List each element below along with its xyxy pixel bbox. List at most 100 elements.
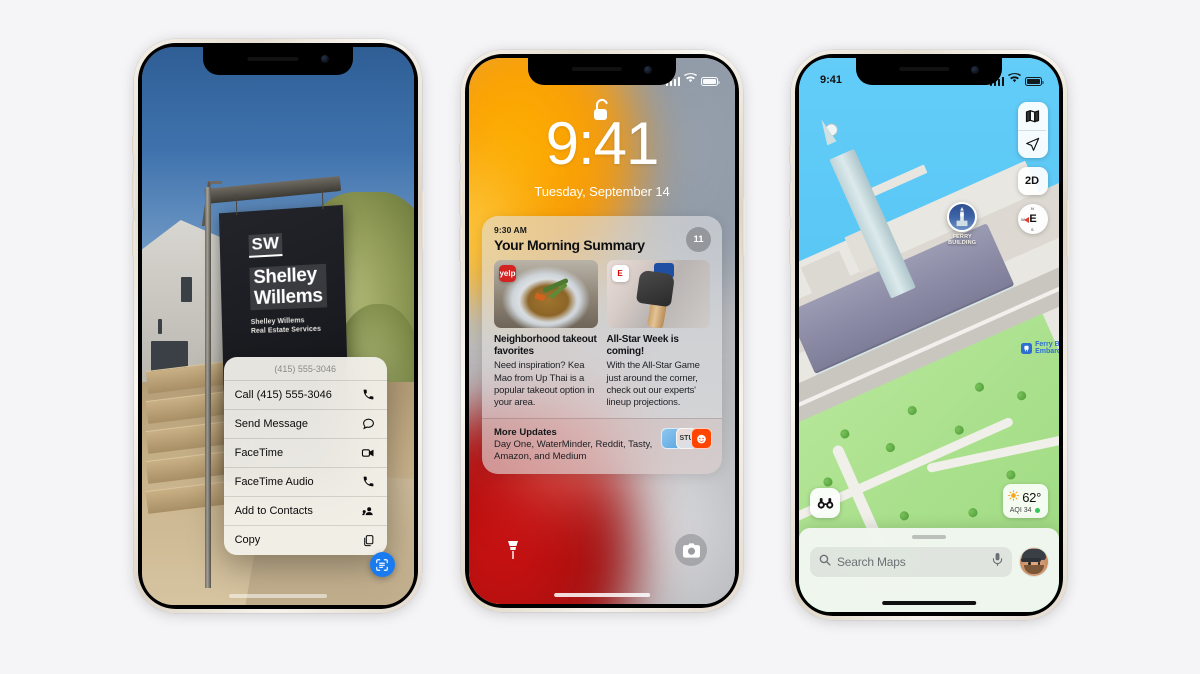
user-avatar[interactable]	[1020, 548, 1048, 576]
map-controls: 2D N S W E	[1018, 102, 1048, 234]
sign-pole	[204, 186, 211, 589]
transit-station-icon	[1021, 342, 1033, 354]
look-around-button[interactable]	[810, 488, 840, 518]
flashlight-button[interactable]	[497, 534, 529, 566]
phone-device-1: SW Shelley Willems Shelley Willems Real …	[132, 39, 424, 613]
lock-screen-date: Tuesday, September 14	[534, 184, 670, 199]
phone-device-3: FERRY BUILDING Ferry Buil Embarcad	[789, 50, 1069, 620]
camera-button[interactable]	[675, 534, 707, 566]
weather-aqi: AQI 34	[1008, 507, 1041, 514]
volume-down-button[interactable]	[132, 221, 135, 257]
phone-1-screen: SW Shelley Willems Shelley Willems Real …	[142, 47, 414, 605]
more-updates-app-icons: STU	[661, 428, 712, 449]
front-camera	[321, 55, 329, 64]
more-updates-section[interactable]: More Updates Day One, WaterMinder, Reddi…	[482, 418, 722, 474]
maps-3d-view[interactable]: FERRY BUILDING Ferry Buil Embarcad	[799, 58, 1059, 612]
screenshot-stage: SW Shelley Willems Shelley Willems Real …	[0, 0, 1200, 674]
summary-card-yelp[interactable]: yelp Neighborhood takeout favorites Need…	[494, 260, 598, 409]
phone-device-2: 9:41 Tuesday, September 14 9:30 AM Your …	[459, 50, 745, 612]
battery-icon	[701, 77, 720, 86]
summary-header: 9:30 AM Your Morning Summary 11	[482, 216, 722, 260]
notch	[203, 47, 353, 75]
card-body: With the All-Star Game just around the c…	[606, 360, 700, 408]
sun-icon	[1008, 488, 1020, 506]
home-indicator[interactable]	[229, 594, 327, 598]
context-menu-label: FaceTime	[234, 446, 284, 459]
power-button[interactable]	[421, 191, 424, 249]
weather-widget[interactable]: 62° AQI 34	[1003, 484, 1048, 518]
avatar-eye	[1028, 562, 1031, 565]
volume-down-button[interactable]	[459, 227, 462, 262]
video-camera-icon	[361, 445, 376, 460]
mute-switch[interactable]	[459, 144, 462, 163]
notification-summary-card[interactable]: 9:30 AM Your Morning Summary 11 yelp Nei…	[482, 216, 722, 474]
search-row: Search Maps	[799, 539, 1059, 577]
earpiece-speaker	[247, 56, 299, 61]
phone-icon	[361, 474, 376, 489]
volume-up-button[interactable]	[132, 173, 135, 209]
context-menu-item-add-to-contacts[interactable]: Add to Contacts	[223, 497, 387, 526]
sign-subtitle: Shelley Willems Real Estate Services	[250, 316, 322, 335]
phone-icon	[361, 387, 376, 402]
power-button[interactable]	[742, 198, 745, 255]
map-layers-button[interactable]	[1018, 102, 1046, 130]
weather-temperature-row: 62°	[1008, 488, 1041, 506]
mute-switch[interactable]	[789, 145, 792, 164]
transit-label-text: Ferry Buil Embarcad	[1035, 340, 1059, 356]
power-button[interactable]	[1066, 200, 1069, 257]
front-camera	[970, 65, 979, 74]
context-menu-item-facetime-audio[interactable]: FaceTime Audio	[223, 468, 387, 497]
card-headline: All-Star Week is coming!	[606, 334, 679, 358]
maps-bottom-sheet[interactable]: Search Maps	[799, 528, 1059, 612]
context-menu-label: FaceTime Audio	[234, 475, 314, 488]
phone-2-screen: 9:41 Tuesday, September 14 9:30 AM Your …	[469, 58, 735, 604]
card-body: Need inspiration? Kea Mao from Up Thai i…	[494, 360, 595, 408]
aqi-status-dot	[1034, 508, 1040, 513]
compass-mark-s: S	[1031, 227, 1034, 232]
transit-station-label[interactable]: Ferry Buil Embarcad	[1021, 341, 1059, 357]
compass-control[interactable]: N S W E	[1018, 204, 1048, 234]
front-camera	[644, 65, 653, 74]
search-input[interactable]: Search Maps	[810, 547, 1012, 577]
compass-mark-n: N	[1031, 206, 1034, 211]
house-window	[180, 276, 192, 302]
avatar-beard	[1024, 565, 1044, 574]
summary-title: Your Morning Summary	[494, 237, 645, 253]
earpiece-speaker	[571, 67, 623, 72]
home-indicator[interactable]	[554, 593, 650, 597]
mute-switch[interactable]	[132, 135, 135, 155]
current-location-button[interactable]	[1018, 130, 1046, 158]
dimension-toggle-button[interactable]: 2D	[1018, 167, 1046, 195]
message-bubble-icon	[361, 416, 376, 431]
poi-ferry-building[interactable]: FERRY BUILDING	[947, 202, 978, 247]
volume-up-button[interactable]	[459, 180, 462, 215]
volume-up-button[interactable]	[789, 182, 792, 217]
compass-heading-label: E	[1029, 213, 1037, 225]
volume-down-button[interactable]	[789, 229, 792, 264]
compass-mark-w: W	[1021, 217, 1025, 222]
microphone-icon[interactable]	[992, 553, 1003, 571]
context-menu-label: Add to Contacts	[234, 504, 313, 517]
home-indicator[interactable]	[882, 601, 976, 605]
context-menu-item-send-message[interactable]: Send Message	[223, 410, 387, 439]
live-text-button[interactable]	[369, 552, 395, 578]
poi-label: FERRY BUILDING	[948, 234, 977, 247]
yelp-icon: yelp	[499, 265, 516, 282]
summary-badge-count: 11	[686, 227, 711, 252]
notch	[856, 58, 1002, 85]
ferry-building-pin-icon	[947, 202, 978, 233]
more-updates-body: Day One, WaterMinder, Reddit, Tasty, Ama…	[494, 439, 653, 463]
wifi-icon	[684, 73, 697, 86]
context-menu-item-facetime[interactable]: FaceTime	[223, 439, 387, 468]
summary-cards: yelp Neighborhood takeout favorites Need…	[482, 260, 722, 418]
add-contact-icon	[361, 503, 376, 518]
context-menu-item-call[interactable]: Call (415) 555-3046	[223, 381, 387, 410]
battery-icon	[1025, 77, 1044, 86]
notch	[528, 58, 676, 85]
context-menu-label: Copy	[234, 534, 261, 547]
context-menu-item-copy[interactable]: Copy	[224, 526, 387, 555]
camera-viewfinder-photo: SW Shelley Willems Shelley Willems Real …	[142, 47, 414, 605]
avatar-eye	[1037, 562, 1040, 565]
map-control-group	[1018, 102, 1048, 158]
summary-card-espn[interactable]: E All-Star Week is coming! With the All-…	[606, 260, 710, 409]
